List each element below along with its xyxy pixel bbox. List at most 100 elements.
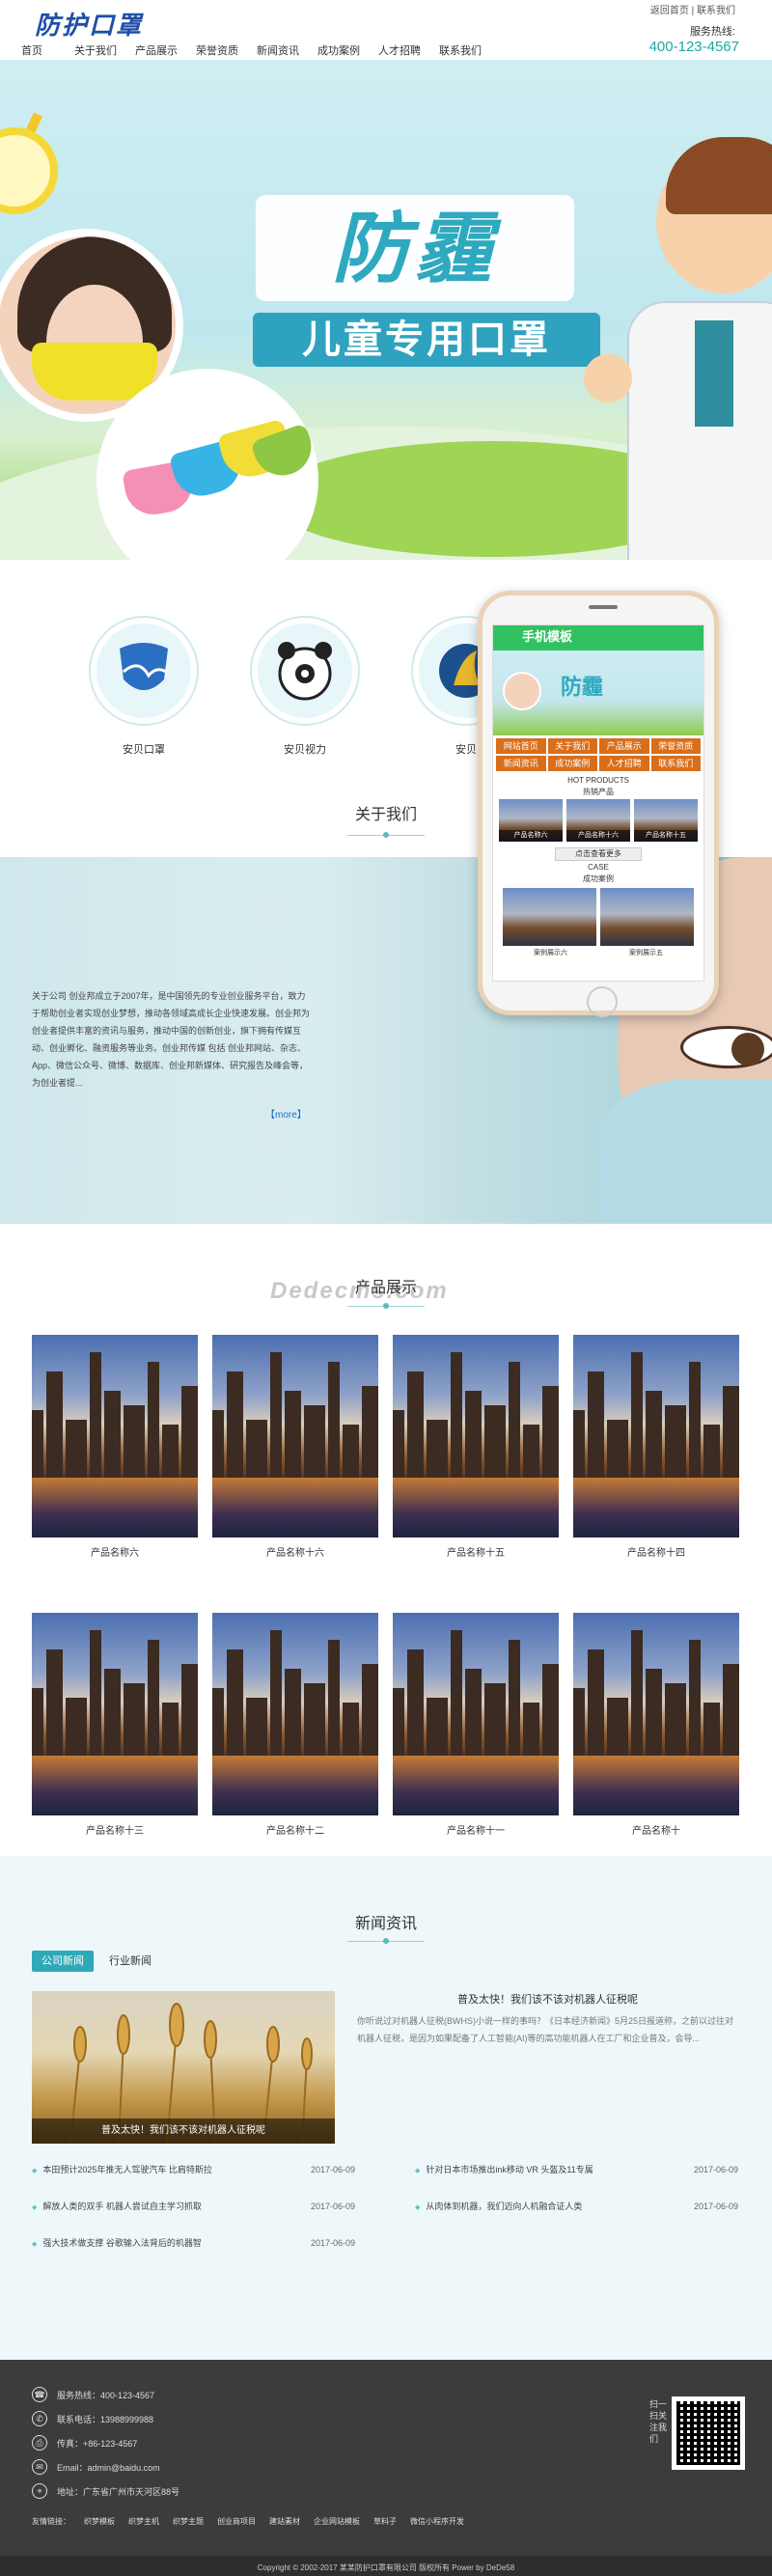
product-name[interactable]: 产品名称十三: [32, 1822, 198, 1837]
nav-item-home[interactable]: 首页: [21, 42, 74, 58]
product-name[interactable]: 产品名称十二: [212, 1822, 378, 1837]
friend-link[interactable]: 织梦模板: [84, 2516, 115, 2527]
news-item-title[interactable]: 解放人类的双手 机器人尝试自主学习抓取: [32, 2200, 202, 2236]
phone-product-card[interactable]: 产品名称六: [499, 799, 563, 842]
news-list-left: 本田预计2025年推无人驾驶汽车 比肩特斯拉 2017-06-09 解放人类的双手 …: [32, 2163, 355, 2273]
nav-item-about[interactable]: 关于我们: [74, 42, 135, 58]
feature-circle: [91, 618, 197, 724]
news-item[interactable]: 本田预计2025年推无人驾驶汽车 比肩特斯拉 2017-06-09: [32, 2163, 355, 2200]
nav-item-news[interactable]: 新闻资讯: [257, 42, 317, 58]
product-card[interactable]: 产品名称十一: [393, 1613, 559, 1837]
news-item-title[interactable]: 从肉体到机器，我们迈向人机融合证人类: [415, 2200, 582, 2236]
product-card[interactable]: 产品名称十二: [212, 1613, 378, 1837]
phone-product-card[interactable]: 产品名称十六: [566, 799, 630, 842]
feature-vision[interactable]: 安贝视力: [252, 618, 358, 757]
news-item[interactable]: 解放人类的双手 机器人尝试自主学习抓取 2017-06-09: [32, 2200, 355, 2236]
product-image[interactable]: [393, 1613, 559, 1815]
product-image[interactable]: [32, 1335, 198, 1537]
news-feature-title[interactable]: 普及太快！我们该不该对机器人征税呢: [357, 1991, 738, 2007]
friend-link[interactable]: 草料子: [373, 2516, 397, 2527]
phone-nav-item[interactable]: 荣誉资质: [650, 738, 701, 754]
hero-banner[interactable]: 防霾 儿童专用口罩: [0, 60, 772, 560]
phone-products: 产品名称六 产品名称十六 产品名称十五: [493, 799, 703, 842]
phone-product-card[interactable]: 产品名称十五: [634, 799, 698, 842]
news-item[interactable]: 强大技术做支撑 谷歌输入法背后的机器智 2017-06-09: [32, 2236, 355, 2273]
doctor-hair: [666, 137, 772, 214]
phone-nav-item[interactable]: 关于我们: [547, 738, 597, 754]
product-card[interactable]: 产品名称十四: [573, 1335, 739, 1559]
phone-nav-item[interactable]: 联系我们: [650, 756, 701, 771]
phone-mockup: 手机模板 防霾 网站首页 关于我们 产品展示 荣誉资质 新闻资讯 成功案例 人才…: [478, 591, 719, 1017]
about-more-link[interactable]: 【more】: [265, 1106, 307, 1121]
nav-item-contact[interactable]: 联系我们: [439, 42, 500, 58]
product-name[interactable]: 产品名称十一: [393, 1822, 559, 1837]
phone-home-button: [587, 986, 618, 1017]
hotline-label: 服务热线:: [689, 26, 735, 38]
friend-link[interactable]: 织梦主题: [173, 2516, 204, 2527]
news-item-date: 2017-06-09: [310, 2238, 355, 2248]
doctor-hand: [584, 354, 632, 402]
product-grid: 产品名称六 产品名称十六 产品名称十五 产品名称十四 产品名称十三 产品名称十二 产品名称十…: [32, 1335, 739, 1837]
site-logo[interactable]: 防护口罩: [35, 6, 143, 42]
product-image[interactable]: [573, 1613, 739, 1815]
product-name[interactable]: 产品名称十四: [573, 1544, 739, 1559]
shield-icon: [120, 643, 168, 690]
feature-mask[interactable]: 安贝口罩: [91, 618, 197, 757]
friend-link[interactable]: 微信小程序开发: [410, 2516, 464, 2527]
phone-hot-label: HOT PRODUCTS: [567, 776, 629, 785]
phone-nav-item[interactable]: 网站首页: [496, 738, 546, 754]
news-item-title[interactable]: 针对日本市场推出ink移动 VR 头盔及11专属: [415, 2163, 593, 2200]
product-card[interactable]: 产品名称十五: [393, 1335, 559, 1559]
news-image-caption[interactable]: 普及太快！我们该不该对机器人征税呢: [32, 2119, 335, 2144]
phone-case-card[interactable]: [600, 888, 694, 946]
news-feature-image[interactable]: 普及太快！我们该不该对机器人征税呢: [32, 1991, 335, 2144]
products-section: Dedecms.com 产品展示 产品名称六 产品名称十六 产品名称十五 产品名称十四…: [0, 1224, 772, 1856]
title-divider-dot: [383, 1303, 389, 1309]
news-item-date: 2017-06-09: [310, 2165, 355, 2174]
product-card[interactable]: 产品名称十六: [212, 1335, 378, 1559]
product-card[interactable]: 产品名称十: [573, 1613, 739, 1837]
phone-nav-item[interactable]: 人才招聘: [599, 756, 649, 771]
nav-item-cases[interactable]: 成功案例: [317, 42, 378, 58]
surgeon-mask: [598, 1079, 772, 1224]
product-name[interactable]: 产品名称十六: [212, 1544, 378, 1559]
footer-contact-line: ✆ 联系电话：13988999988: [32, 2411, 153, 2426]
contact-link[interactable]: 联系我们: [697, 6, 735, 16]
friend-link[interactable]: 创业商项目: [217, 2516, 256, 2527]
product-card[interactable]: 产品名称六: [32, 1335, 198, 1559]
title-divider-dot: [383, 1938, 389, 1944]
news-item[interactable]: 针对日本市场推出ink移动 VR 头盔及11专属 2017-06-09: [415, 2163, 738, 2200]
home-link[interactable]: 返回首页: [650, 6, 689, 16]
product-image[interactable]: [393, 1335, 559, 1537]
product-image[interactable]: [212, 1613, 378, 1815]
friend-link[interactable]: 企业网站模板: [314, 2516, 360, 2527]
friend-link[interactable]: 织梦主机: [128, 2516, 159, 2527]
phone-header: 手机模板: [493, 625, 703, 651]
product-image[interactable]: [573, 1335, 739, 1537]
phone-hot-title: 热销产品: [583, 788, 614, 796]
phone-nav-item[interactable]: 新闻资讯: [496, 756, 546, 771]
phone-nav-item[interactable]: 成功案例: [547, 756, 597, 771]
news-item[interactable]: 从肉体到机器，我们迈向人机融合证人类 2017-06-09: [415, 2200, 738, 2236]
nav-item-jobs[interactable]: 人才招聘: [378, 42, 439, 58]
tab-industry-news[interactable]: 行业新闻: [99, 1951, 161, 1972]
fax-icon: ⎙: [32, 2435, 47, 2451]
product-name[interactable]: 产品名称十五: [393, 1544, 559, 1559]
product-image[interactable]: [212, 1335, 378, 1537]
phone-nav: 网站首页 关于我们 产品展示 荣誉资质 新闻资讯 成功案例 人才招聘 联系我们: [493, 735, 703, 774]
nav-item-products[interactable]: 产品展示: [135, 42, 196, 58]
nav-item-honors[interactable]: 荣誉资质: [196, 42, 257, 58]
phone-more-button[interactable]: 点击查看更多: [555, 847, 642, 861]
friend-link[interactable]: 建站素材: [269, 2516, 300, 2527]
news-item-title[interactable]: 强大技术做支撑 谷歌输入法背后的机器智: [32, 2236, 202, 2273]
product-card[interactable]: 产品名称十三: [32, 1613, 198, 1837]
product-name[interactable]: 产品名称十: [573, 1822, 739, 1837]
news-section: 新闻资讯 公司新闻 行业新闻 普及太快！我们该不该对机器人征税呢 普及太快！我们…: [0, 1856, 772, 2360]
product-name[interactable]: 产品名称六: [32, 1544, 198, 1559]
tab-company-news[interactable]: 公司新闻: [32, 1951, 94, 1972]
product-image[interactable]: [32, 1613, 198, 1815]
phone-camera: [589, 605, 618, 609]
phone-nav-item[interactable]: 产品展示: [599, 738, 649, 754]
news-item-title[interactable]: 本田预计2025年推无人驾驶汽车 比肩特斯拉: [32, 2163, 212, 2200]
phone-case-card[interactable]: [503, 888, 596, 946]
